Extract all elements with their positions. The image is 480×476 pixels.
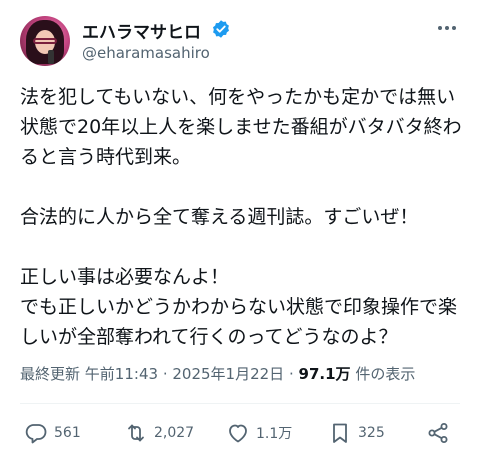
like-count: 1.1万 bbox=[256, 426, 293, 442]
bookmark-count: 325 bbox=[358, 425, 385, 441]
retweet-icon bbox=[128, 424, 144, 442]
like-button[interactable]: 1.1万 bbox=[226, 418, 292, 448]
tweet-meta: 最終更新 午前11:43 · 2025年1月22日 · 97.1万 件の表示 bbox=[20, 363, 415, 384]
verified-badge-icon bbox=[213, 20, 229, 38]
tweet-line: しいが全部奪われて行くのってどうなのよ？ bbox=[20, 326, 398, 348]
author-display-name[interactable]: エハラマサヒロ bbox=[82, 18, 201, 43]
author-handle[interactable]: @eharamasahiro bbox=[82, 44, 210, 62]
reply-count: 561 bbox=[54, 425, 81, 441]
more-dots-icon[interactable] bbox=[434, 18, 460, 38]
share-icon bbox=[428, 423, 448, 443]
meta-separator: · bbox=[288, 365, 294, 383]
reply-button[interactable]: 561 bbox=[24, 418, 81, 448]
tweet-line: 正しい事は必要なんよ！ bbox=[20, 266, 230, 288]
meta-separator: · bbox=[162, 365, 168, 383]
divider bbox=[20, 403, 460, 404]
share-button[interactable] bbox=[426, 418, 450, 448]
reply-icon bbox=[25, 424, 47, 444]
tweet-line: 法を犯してもいない、何をやったかも定かでは無い bbox=[20, 86, 456, 108]
action-bar: 561 2,027 1.1万 325 bbox=[20, 418, 460, 448]
bookmark-button[interactable]: 325 bbox=[328, 418, 385, 448]
tweet-time[interactable]: 午前11:43 bbox=[85, 365, 158, 383]
views-label: 件の表示 bbox=[355, 365, 416, 383]
heart-icon bbox=[229, 424, 247, 443]
tweet-line: 合法的に人から全て奪える週刊誌。すごいぜ！ bbox=[20, 206, 419, 228]
tweet-paragraph: 法を犯してもいない、何をやったかも定かでは無い 状態で20年以上人を楽しませた番… bbox=[20, 82, 466, 172]
updated-label: 最終更新 bbox=[20, 365, 81, 383]
tweet-line: ると言う時代到来。 bbox=[20, 146, 192, 168]
tweet-line: 状態で20年以上人を楽しませた番組がバタバタ終わ bbox=[20, 116, 462, 138]
avatar[interactable] bbox=[20, 16, 70, 66]
tweet-paragraph: 正しい事は必要なんよ！ でも正しいかどうかわからない状態で印象操作で楽 しいが全… bbox=[20, 262, 466, 352]
views-count[interactable]: 97.1万 bbox=[299, 365, 351, 383]
tweet-paragraph: 合法的に人から全て奪える週刊誌。すごいぜ！ bbox=[20, 202, 466, 232]
tweet-header: エハラマサヒロ @eharamasahiro bbox=[20, 14, 460, 70]
retweet-button[interactable]: 2,027 bbox=[124, 418, 194, 448]
bookmark-icon bbox=[333, 423, 347, 443]
tweet-text: 法を犯してもいない、何をやったかも定かでは無い 状態で20年以上人を楽しませた番… bbox=[20, 82, 466, 382]
tweet-date[interactable]: 2025年1月22日 bbox=[172, 365, 284, 383]
tweet-line: でも正しいかどうかわからない状態で印象操作で楽 bbox=[20, 296, 458, 318]
retweet-count: 2,027 bbox=[154, 425, 195, 441]
